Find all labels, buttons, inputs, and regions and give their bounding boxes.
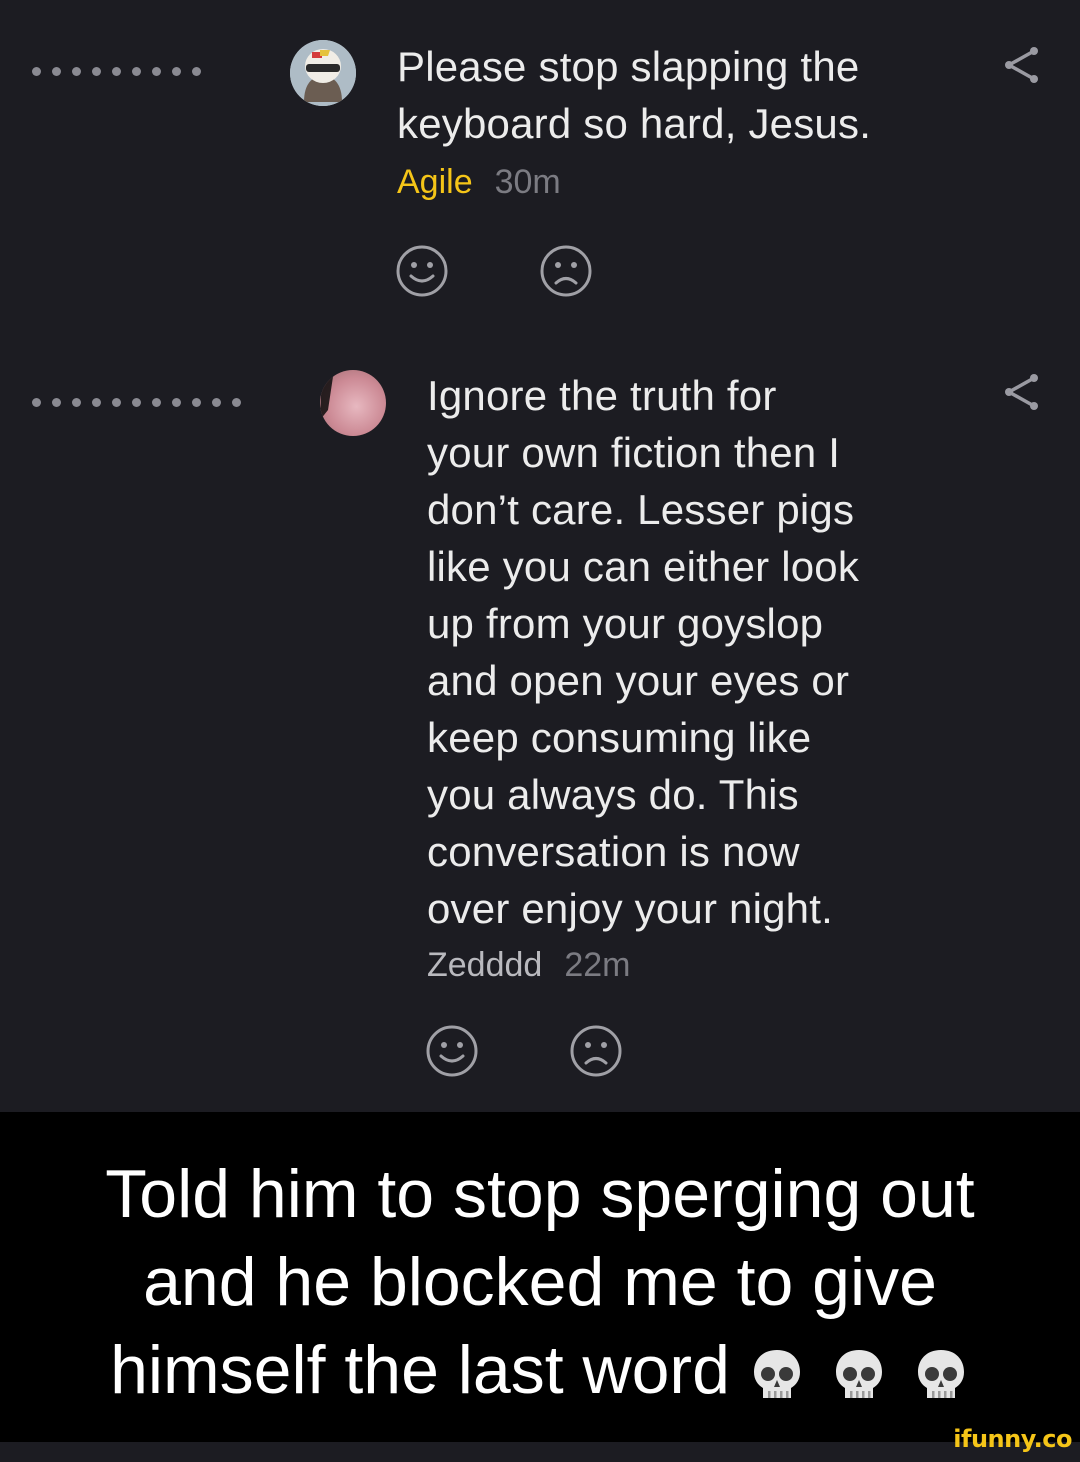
comment-text: Please stop slapping the keyboard so har… — [397, 43, 872, 147]
timestamp: 22m — [564, 946, 631, 984]
comment-text: Ignore the truth for your own fiction th… — [427, 372, 860, 932]
thread-dots-icon — [32, 67, 201, 76]
smile-icon[interactable] — [394, 243, 450, 299]
comment-thread-screenshot: Please stop slapping the keyboard so har… — [0, 0, 1080, 1112]
thread-dots-icon — [32, 398, 241, 407]
share-icon[interactable] — [1001, 45, 1041, 85]
avatar[interactable] — [320, 370, 386, 436]
comment-meta: Zedddd 22m — [427, 945, 630, 985]
frown-icon[interactable] — [538, 243, 594, 299]
timestamp: 30m — [494, 163, 561, 201]
skull-icon — [835, 1350, 882, 1399]
share-icon[interactable] — [1001, 372, 1041, 412]
username[interactable]: Zedddd — [427, 946, 542, 984]
footer-bar — [0, 1442, 1080, 1462]
comment-meta: Agile 30m — [397, 162, 561, 202]
skull-icon — [753, 1350, 800, 1399]
skull-emoji-group — [748, 1346, 970, 1404]
caption: Told him to stop sperging out and he blo… — [0, 1150, 1080, 1414]
avatar[interactable] — [290, 40, 356, 106]
smile-icon[interactable] — [424, 1023, 480, 1079]
frown-icon[interactable] — [568, 1023, 624, 1079]
watermark: ifunny.co — [953, 1425, 1072, 1453]
skull-icon — [917, 1350, 964, 1399]
username[interactable]: Agile — [397, 163, 473, 201]
